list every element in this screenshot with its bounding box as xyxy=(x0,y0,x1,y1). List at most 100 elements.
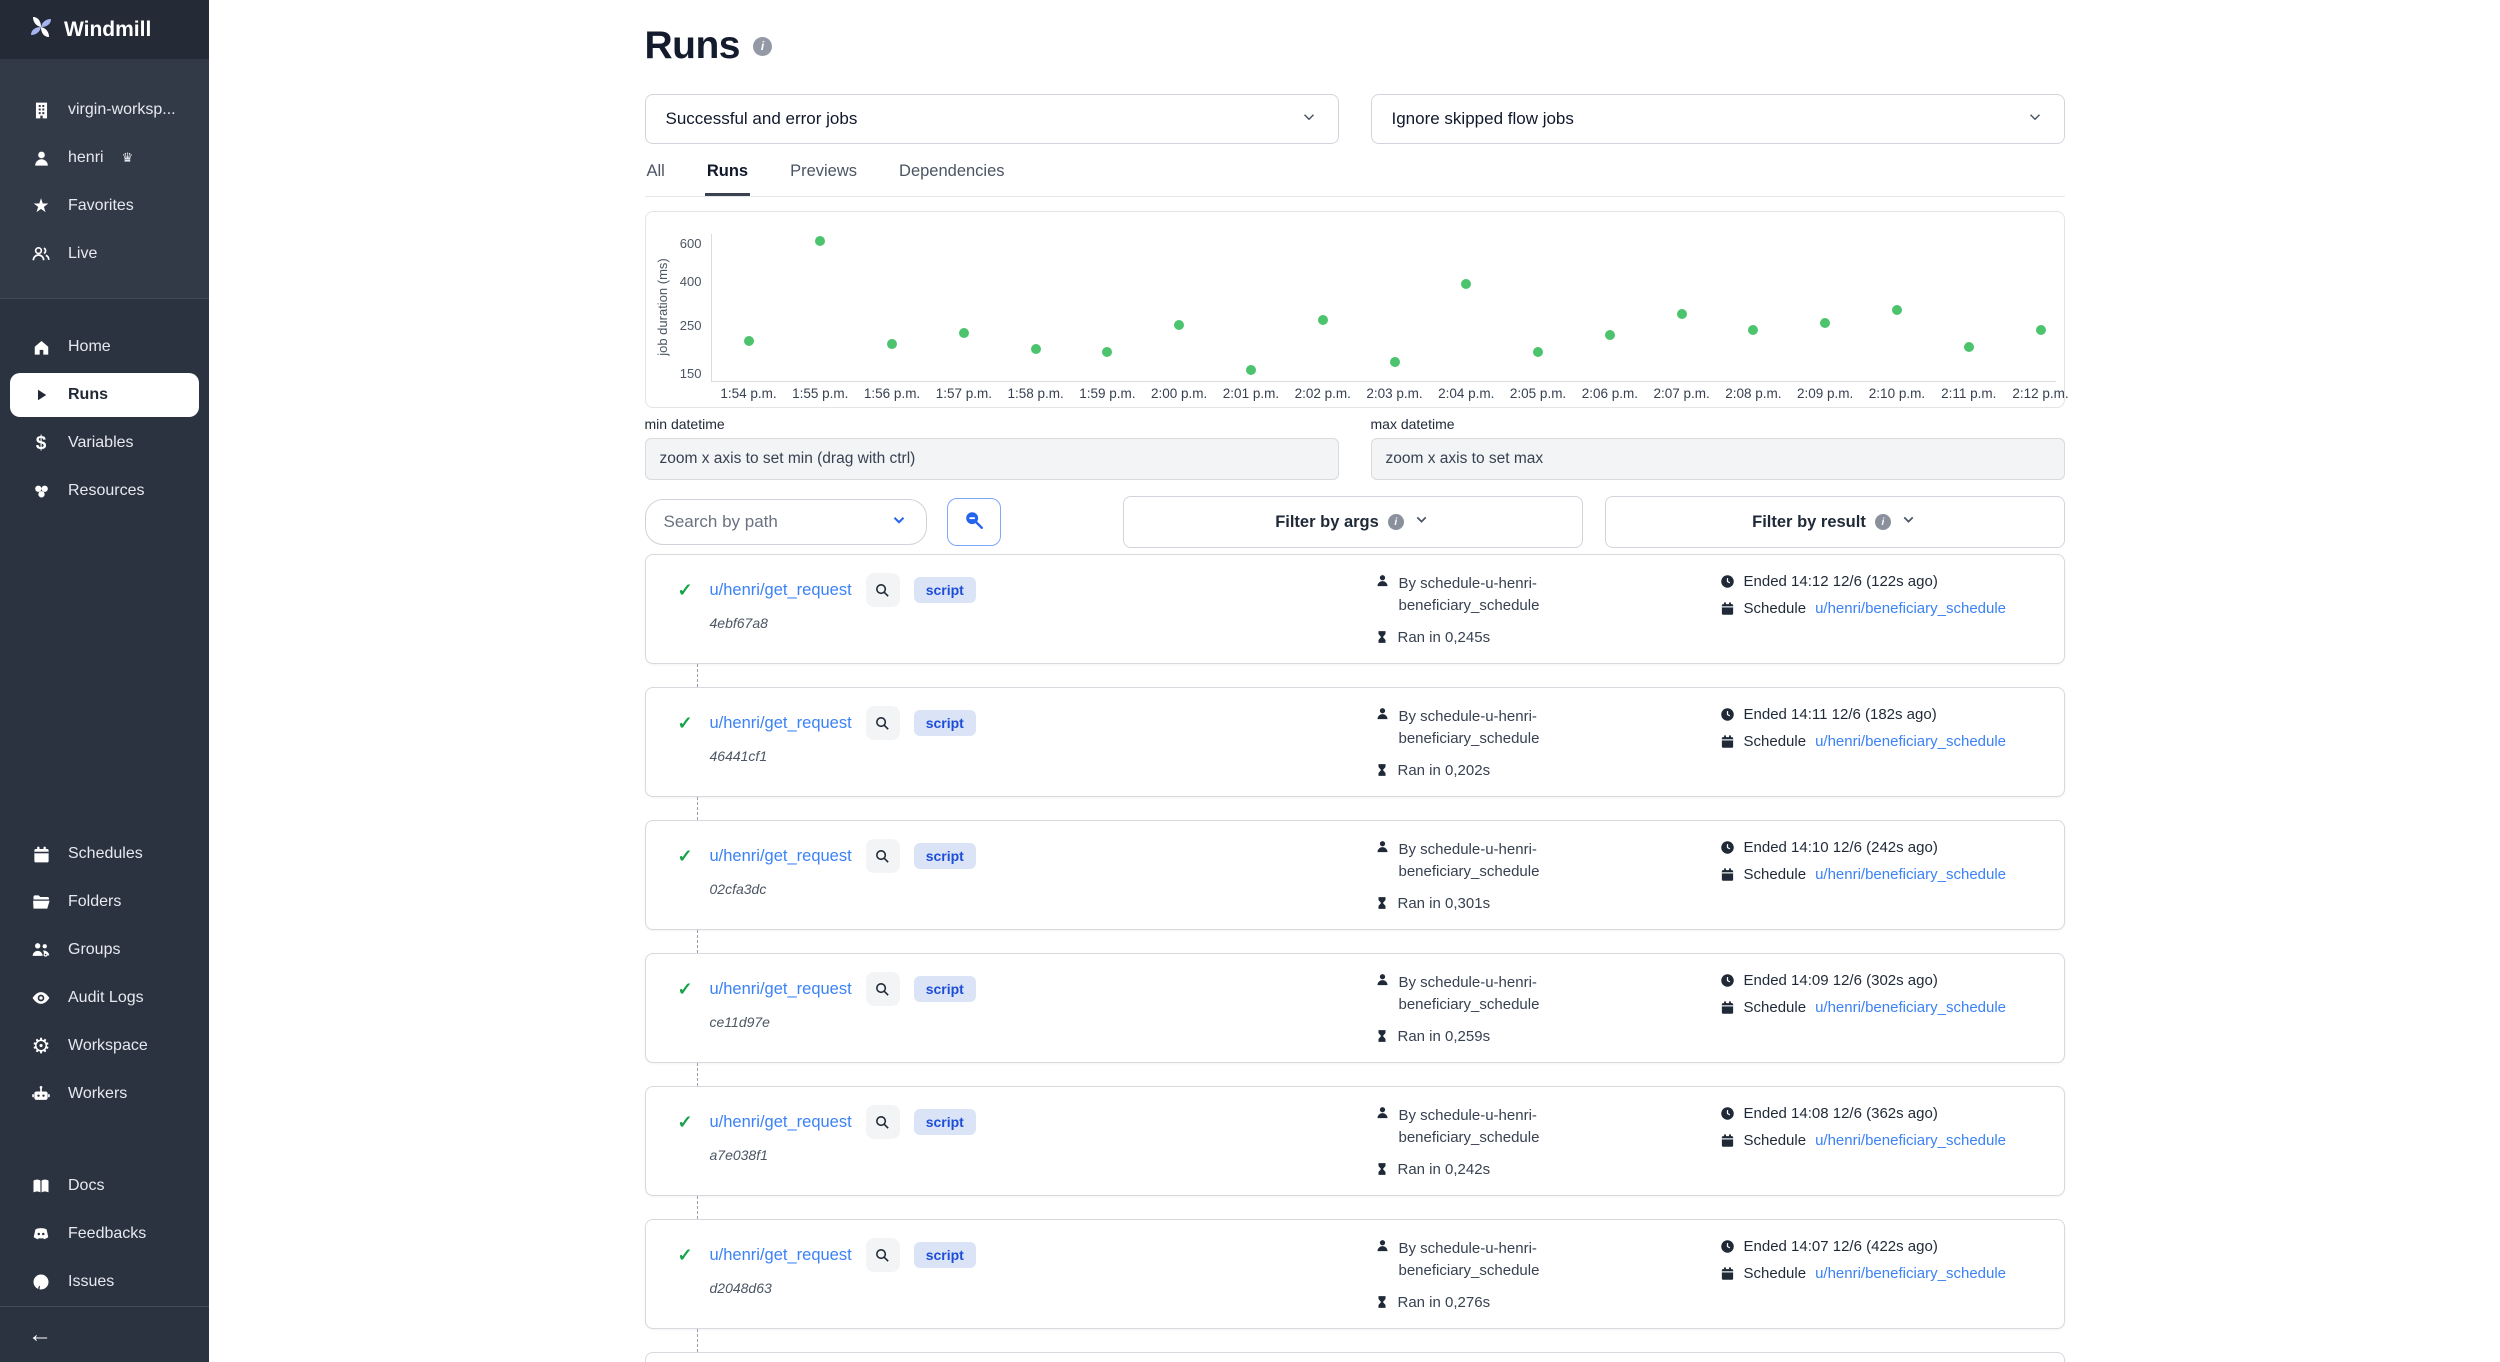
tab-all[interactable]: All xyxy=(645,156,667,196)
run-duration: Ran in 0,245s xyxy=(1398,629,1491,646)
run-path-link[interactable]: u/henri/get_request xyxy=(710,1246,852,1265)
discord-icon xyxy=(30,1224,52,1244)
sidebar-item-docs[interactable]: Docs xyxy=(0,1162,209,1210)
calendar-icon xyxy=(1720,1133,1735,1148)
schedule-path-link[interactable]: u/henri/beneficiary_schedule xyxy=(1815,866,2006,883)
sidebar-collapse[interactable]: ← xyxy=(0,1306,209,1362)
tab-runs[interactable]: Runs xyxy=(705,156,750,196)
chart-data-point[interactable] xyxy=(1318,315,1328,325)
chart-data-point[interactable] xyxy=(959,328,969,338)
run-card[interactable]: ✓ u/henri/get_request script By schedul xyxy=(645,1352,2065,1362)
chart-data-point[interactable] xyxy=(1102,347,1112,357)
run-card[interactable]: ✓ u/henri/get_request script ce11d97e By xyxy=(645,953,2065,1063)
filter-by-args-button[interactable]: Filter by args i xyxy=(1123,496,1583,548)
run-path-link[interactable]: u/henri/get_request xyxy=(710,847,852,866)
sidebar-item-folders[interactable]: Folders xyxy=(0,878,209,926)
info-icon[interactable]: i xyxy=(753,37,772,56)
chart-data-point[interactable] xyxy=(1031,344,1041,354)
run-path-link[interactable]: u/henri/get_request xyxy=(710,1113,852,1132)
max-datetime-input[interactable] xyxy=(1371,438,2065,480)
sidebar-item-groups[interactable]: Groups xyxy=(0,926,209,974)
run-card[interactable]: ✓ u/henri/get_request script 4ebf67a8 By xyxy=(645,554,2065,664)
min-datetime-input[interactable] xyxy=(645,438,1339,480)
sidebar-item-feedbacks[interactable]: Feedbacks xyxy=(0,1210,209,1258)
chart-data-point[interactable] xyxy=(1605,330,1615,340)
sidebar-item-audit-logs[interactable]: Audit Logs xyxy=(0,974,209,1022)
sidebar-item-home[interactable]: Home xyxy=(0,323,209,371)
chart-data-point[interactable] xyxy=(1964,342,1974,352)
chart-data-point[interactable] xyxy=(815,236,825,246)
sidebar-item-schedules[interactable]: Schedules xyxy=(0,830,209,878)
workspace-name: virgin-worksp... xyxy=(68,101,176,119)
schedule-path-link[interactable]: u/henri/beneficiary_schedule xyxy=(1815,1265,2006,1282)
inspect-run-button[interactable] xyxy=(866,1238,900,1272)
user-menu[interactable]: henri ♛ xyxy=(0,134,209,182)
chart-x-axis xyxy=(711,381,2056,382)
chart-data-point[interactable] xyxy=(887,339,897,349)
sidebar-item-label: Issues xyxy=(68,1273,114,1291)
inspect-run-button[interactable] xyxy=(866,839,900,873)
user-icon xyxy=(1375,1238,1390,1253)
main-area: Runs i Successful and error jobs Ignore … xyxy=(209,0,2500,1362)
run-card[interactable]: ✓ u/henri/get_request script a7e038f1 By xyxy=(645,1086,2065,1196)
chart-data-point[interactable] xyxy=(1461,279,1471,289)
sidebar-item-live[interactable]: Live xyxy=(0,230,209,278)
app-logo[interactable]: Windmill xyxy=(0,0,209,60)
chart-data-point[interactable] xyxy=(1677,309,1687,319)
chart-data-point[interactable] xyxy=(1820,318,1830,328)
schedule-path-link[interactable]: u/henri/beneficiary_schedule xyxy=(1815,733,2006,750)
chart-data-point[interactable] xyxy=(744,336,754,346)
groups-icon xyxy=(30,940,52,960)
chart-data-point[interactable] xyxy=(1748,325,1758,335)
run-card[interactable]: ✓ u/henri/get_request script 46441cf1 By xyxy=(645,687,2065,797)
sidebar-item-resources[interactable]: Resources xyxy=(0,467,209,515)
run-duration: Ran in 0,259s xyxy=(1398,1028,1491,1045)
run-id: d2048d63 xyxy=(678,1280,1375,1296)
search-button[interactable] xyxy=(947,498,1001,546)
inspect-run-button[interactable] xyxy=(866,972,900,1006)
chart-y-axis xyxy=(711,234,712,381)
flow-filter-select[interactable]: Ignore skipped flow jobs xyxy=(1371,94,2065,144)
filter-by-result-label: Filter by result xyxy=(1752,513,1866,532)
calendar-icon xyxy=(1720,1266,1735,1281)
clock-icon xyxy=(1720,1239,1735,1254)
job-kind-select[interactable]: Successful and error jobs xyxy=(645,94,1339,144)
sidebar-item-variables[interactable]: $ Variables xyxy=(0,419,209,467)
hourglass-icon xyxy=(1375,630,1389,644)
inspect-run-button[interactable] xyxy=(866,1105,900,1139)
sidebar-item-runs[interactable]: Runs xyxy=(10,373,199,417)
success-check-icon: ✓ xyxy=(678,713,696,734)
tab-dependencies[interactable]: Dependencies xyxy=(897,156,1007,196)
sidebar-item-label: Docs xyxy=(68,1177,104,1195)
run-id: 46441cf1 xyxy=(678,748,1375,764)
duration-chart[interactable]: job duration (ms) 1502504006001:54 p.m.1… xyxy=(645,211,2065,408)
filter-by-result-button[interactable]: Filter by result i xyxy=(1605,496,2065,548)
run-card[interactable]: ✓ u/henri/get_request script d2048d63 By xyxy=(645,1219,2065,1329)
inspect-run-button[interactable] xyxy=(866,573,900,607)
run-path-link[interactable]: u/henri/get_request xyxy=(710,714,852,733)
chart-data-point[interactable] xyxy=(1892,305,1902,315)
chart-data-point[interactable] xyxy=(1246,365,1256,375)
run-path-link[interactable]: u/henri/get_request xyxy=(710,980,852,999)
chart-data-point[interactable] xyxy=(1533,347,1543,357)
sidebar-item-workers[interactable]: Workers xyxy=(0,1070,209,1118)
run-card[interactable]: ✓ u/henri/get_request script 02cfa3dc By xyxy=(645,820,2065,930)
search-by-path-select[interactable]: Search by path xyxy=(645,499,927,545)
sidebar-footer-nav: Docs Feedbacks Issues xyxy=(0,1162,209,1306)
run-id: a7e038f1 xyxy=(678,1147,1375,1163)
user-icon xyxy=(1375,706,1390,721)
tab-previews[interactable]: Previews xyxy=(788,156,859,196)
workspace-switcher[interactable]: virgin-worksp... xyxy=(0,86,209,134)
schedule-path-link[interactable]: u/henri/beneficiary_schedule xyxy=(1815,999,2006,1016)
chart-data-point[interactable] xyxy=(1390,357,1400,367)
chart-data-point[interactable] xyxy=(1174,320,1184,330)
flow-filter-value: Ignore skipped flow jobs xyxy=(1392,109,1574,129)
run-path-link[interactable]: u/henri/get_request xyxy=(710,581,852,600)
chart-data-point[interactable] xyxy=(2036,325,2046,335)
sidebar-item-workspace[interactable]: ⚙ Workspace xyxy=(0,1022,209,1070)
inspect-run-button[interactable] xyxy=(866,706,900,740)
sidebar-item-issues[interactable]: Issues xyxy=(0,1258,209,1306)
schedule-path-link[interactable]: u/henri/beneficiary_schedule xyxy=(1815,600,2006,617)
sidebar-item-favorites[interactable]: ★ Favorites xyxy=(0,182,209,230)
schedule-path-link[interactable]: u/henri/beneficiary_schedule xyxy=(1815,1132,2006,1149)
